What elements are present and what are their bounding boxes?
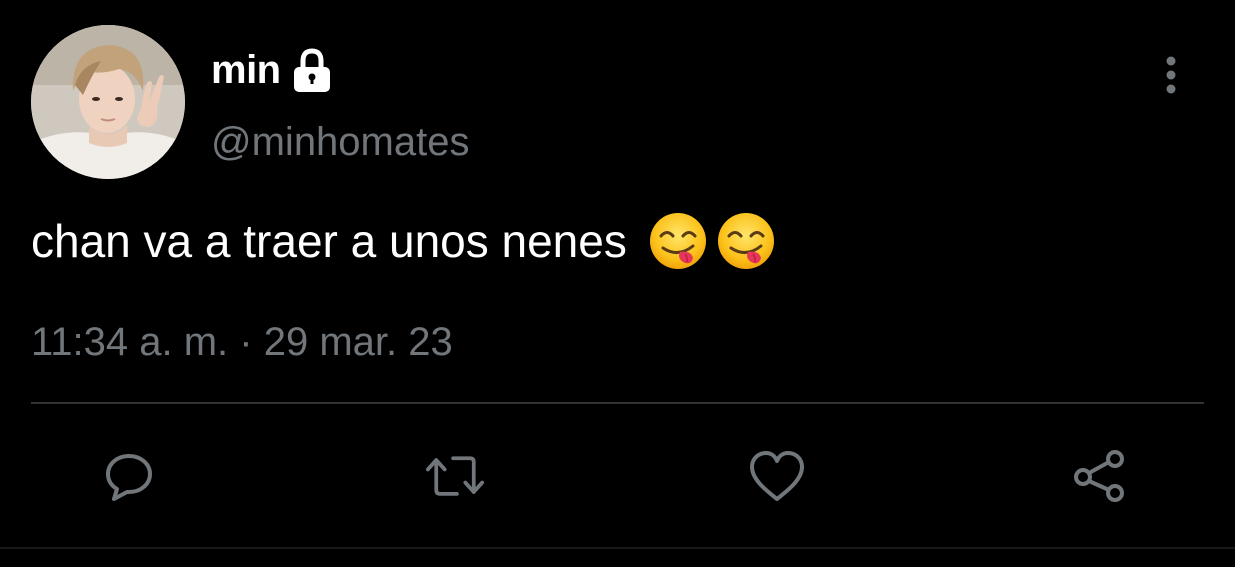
reply-button[interactable] [99, 446, 159, 506]
timestamp[interactable]: 11:34 a. m. · 29 mar. 23 [31, 318, 453, 366]
like-button[interactable] [747, 446, 807, 506]
tweet-date: 29 mar. 23 [263, 320, 453, 364]
handle[interactable]: @minhomates [211, 116, 469, 168]
bottom-divider [0, 547, 1235, 549]
tweet-text-row: chan va a traer a unos nenes [31, 210, 777, 272]
face-savoring-food-emoji [649, 213, 706, 269]
lock-icon [293, 48, 330, 92]
retweet-icon [425, 456, 485, 496]
heart-icon [750, 451, 804, 501]
reply-icon [106, 454, 152, 501]
retweet-button[interactable] [425, 446, 485, 506]
share-button[interactable] [1069, 446, 1129, 506]
display-name-row: min [211, 44, 335, 96]
more-options-button[interactable] [1146, 50, 1196, 100]
share-icon [1074, 450, 1124, 502]
more-vertical-icon [1166, 56, 1176, 94]
tweet-time: 11:34 a. m. [31, 320, 229, 364]
display-name[interactable]: min [211, 44, 281, 96]
divider [31, 402, 1204, 404]
face-savoring-food-emoji [717, 213, 774, 269]
avatar[interactable] [31, 25, 185, 179]
timestamp-separator: · [239, 320, 253, 364]
tweet-text: chan va a traer a unos nenes [31, 215, 627, 267]
